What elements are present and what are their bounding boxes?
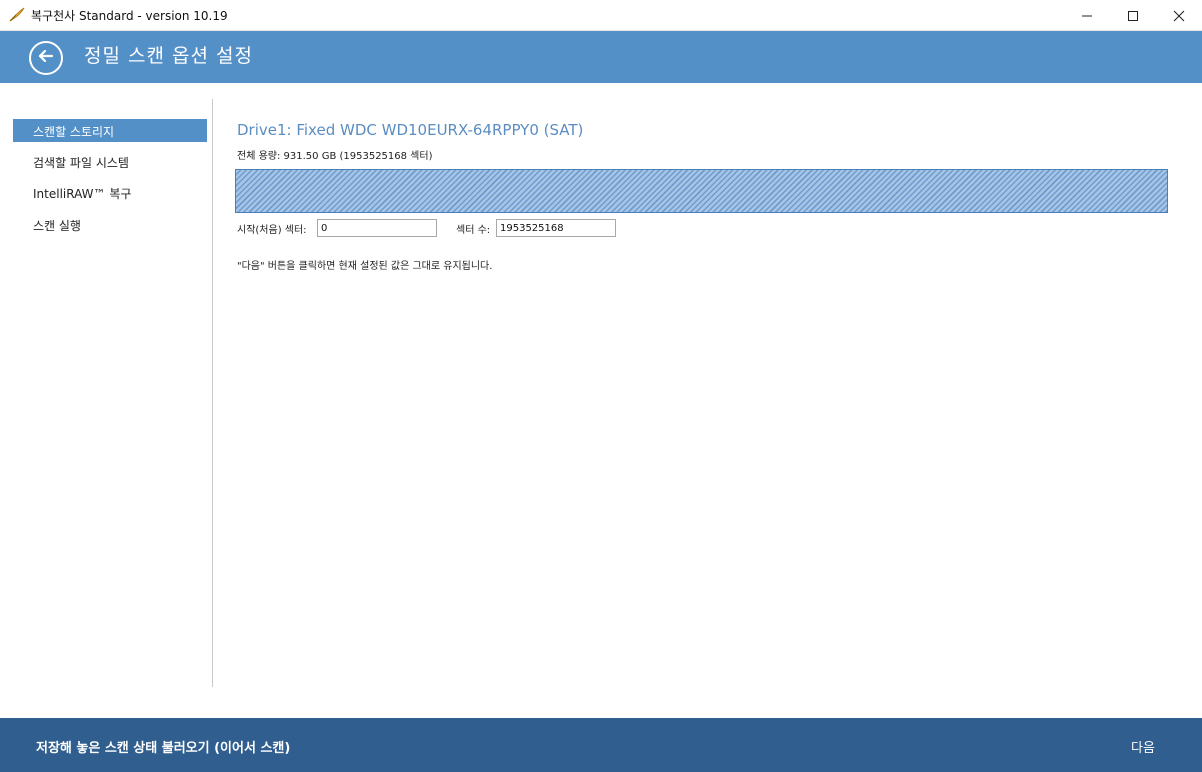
maximize-icon [1127, 10, 1139, 22]
app-feather-icon [8, 7, 26, 23]
hint-text: "다음" 버튼을 클릭하면 현재 설정된 값은 그대로 유지됩니다. [237, 261, 493, 272]
sector-range-bar[interactable] [235, 169, 1168, 213]
load-scan-state-button[interactable]: 저장해 놓은 스캔 상태 불러오기 (이어서 스캔) [36, 737, 290, 756]
close-button[interactable] [1156, 0, 1202, 31]
close-icon [1173, 10, 1185, 22]
sector-count-input[interactable] [496, 219, 616, 237]
sidebar-divider [212, 99, 213, 687]
sidebar-item-storage[interactable]: 스캔할 스토리지 [13, 119, 207, 142]
back-button[interactable] [29, 41, 63, 75]
sidebar: 스캔할 스토리지 검색할 파일 시스템 IntelliRAW™ 복구 스캔 실행 [0, 83, 212, 687]
sidebar-item-intelliraw[interactable]: IntelliRAW™ 복구 [13, 181, 207, 204]
maximize-button[interactable] [1110, 0, 1156, 31]
sidebar-item-file-system[interactable]: 검색할 파일 시스템 [13, 150, 207, 173]
minimize-button[interactable] [1064, 0, 1110, 31]
page-title: 정밀 스캔 옵션 설정 [84, 45, 253, 67]
next-button[interactable]: 다음 [1131, 737, 1155, 756]
page-header: 정밀 스캔 옵션 설정 [0, 31, 1202, 83]
sidebar-item-run-scan[interactable]: 스캔 실행 [13, 213, 207, 236]
footer-bar: 저장해 놓은 스캔 상태 불러오기 (이어서 스캔) 다음 [0, 718, 1202, 772]
minimize-icon [1081, 10, 1093, 22]
sector-count-label: 섹터 수: [456, 225, 491, 236]
drive-capacity: 전체 용량: 931.50 GB (1953525168 섹터) [237, 151, 433, 162]
back-arrow-icon [37, 47, 55, 69]
title-bar: 복구천사 Standard - version 10.19 [0, 0, 1202, 31]
start-sector-label: 시작(처음) 섹터: [237, 225, 307, 236]
drive-title: Drive1: Fixed WDC WD10EURX-64RPPY0 (SAT) [237, 121, 584, 139]
start-sector-input[interactable] [317, 219, 437, 237]
window-title: 복구천사 Standard - version 10.19 [31, 9, 228, 23]
